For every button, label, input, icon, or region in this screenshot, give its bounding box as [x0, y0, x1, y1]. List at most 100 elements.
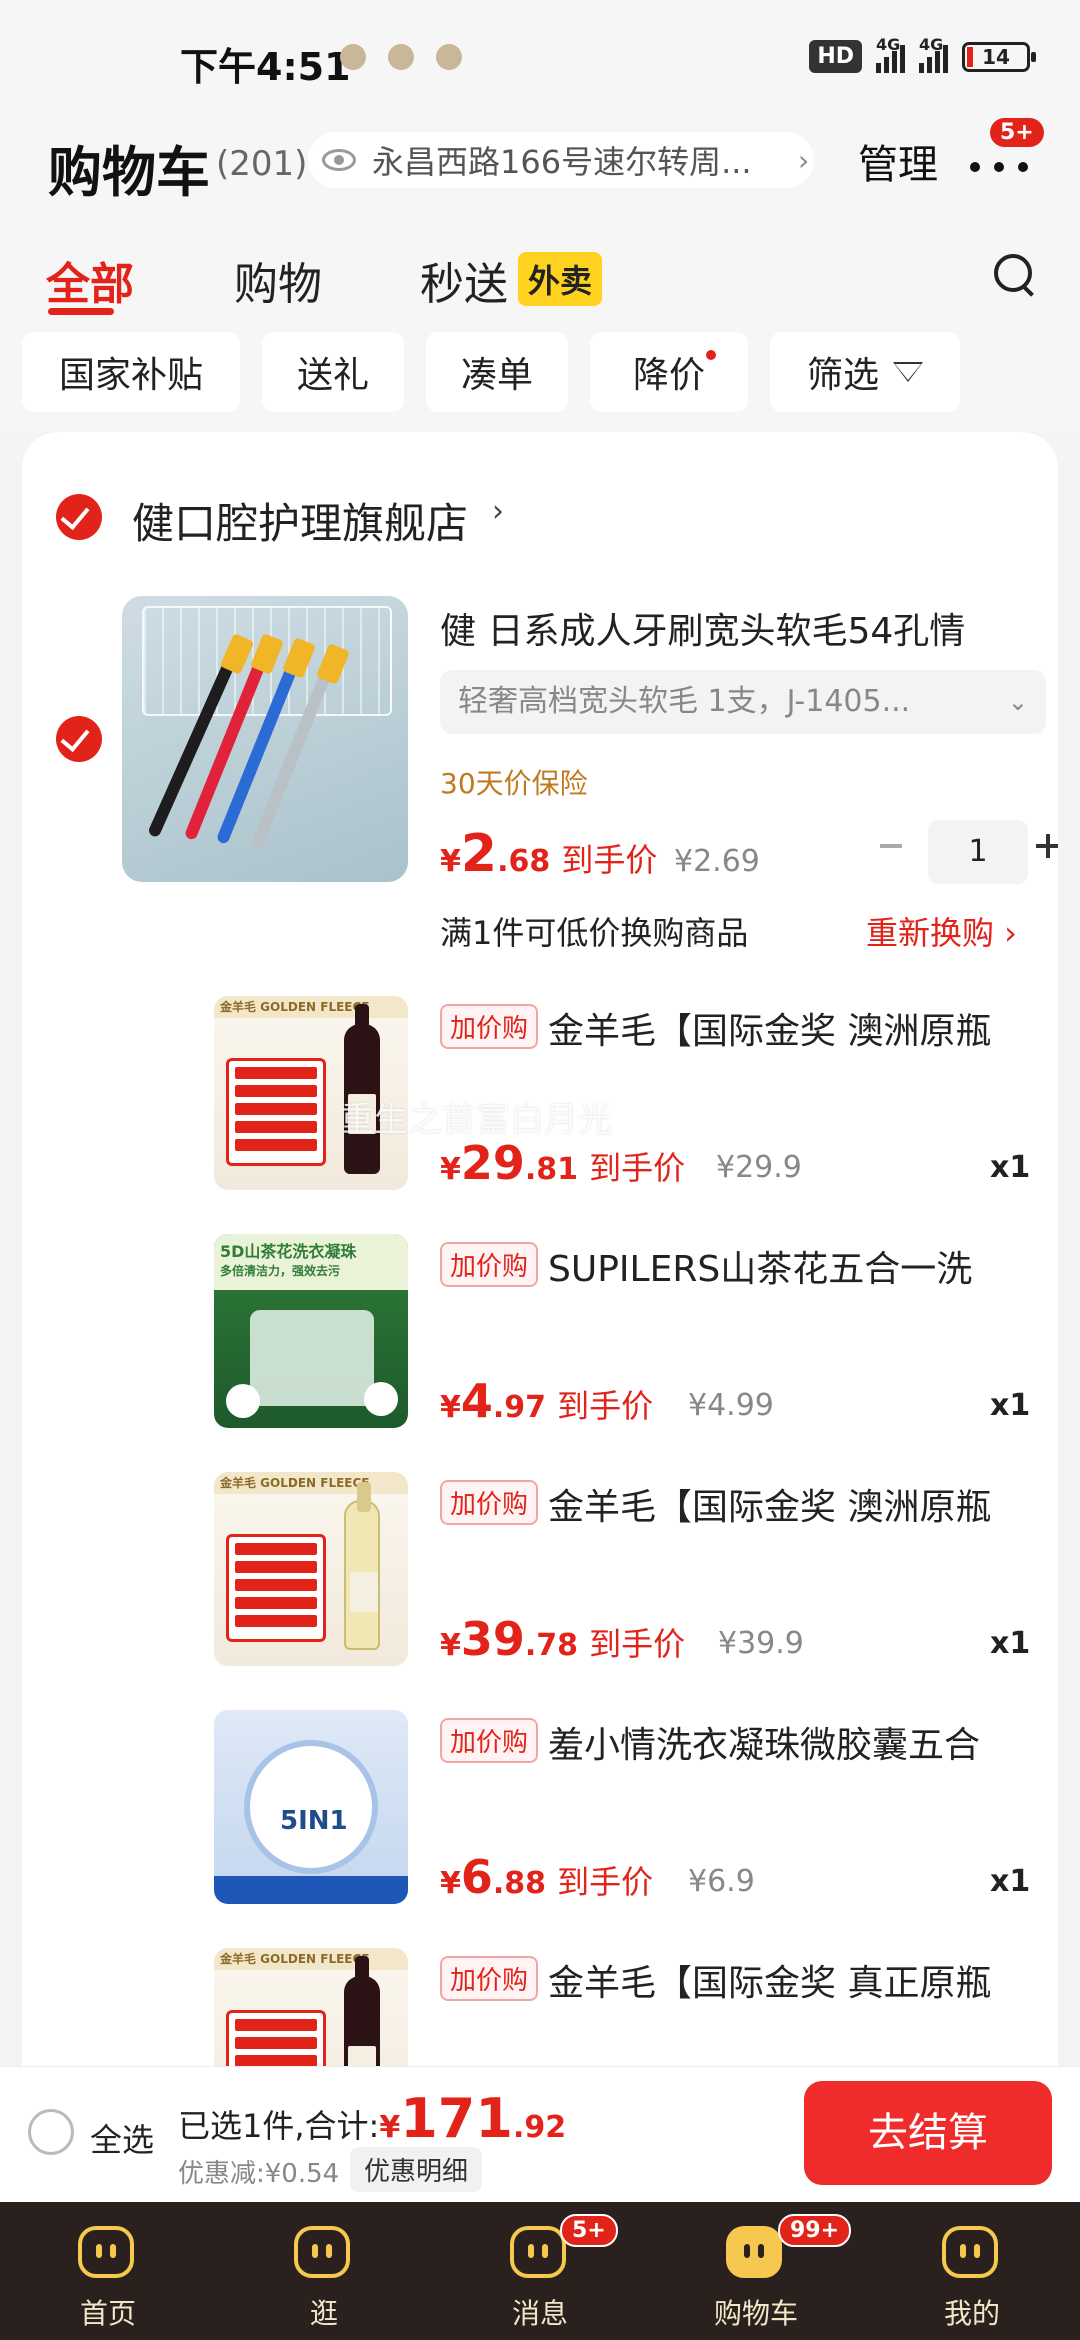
search-icon[interactable] [994, 254, 1036, 296]
tab-all[interactable]: 全部 [46, 248, 134, 312]
signal-icon: 4G [919, 35, 948, 73]
decrease-button[interactable] [880, 844, 902, 848]
addon-quantity: x1 [990, 1388, 1031, 1423]
addon-image[interactable]: 5IN1 [214, 1710, 408, 1904]
original-price: ¥39.9 [718, 1626, 804, 1661]
browse-icon [294, 2226, 350, 2278]
nav-profile[interactable]: 我的 [864, 2202, 1080, 2340]
nav-cart[interactable]: 99+ 购物车 [648, 2202, 864, 2340]
eye-icon [322, 149, 356, 171]
discount-detail-button[interactable]: 优惠明细 [350, 2147, 483, 2192]
addon-price: ¥29.81 到手价 [440, 1136, 685, 1190]
addon-title[interactable]: 羞小情洗衣凝珠微胶囊五合 [548, 1716, 1058, 1768]
currency-symbol: ¥ [379, 2110, 401, 2145]
addon-price: ¥4.97 到手价 [440, 1374, 653, 1428]
price-label: 到手价 [589, 1625, 686, 1663]
manage-button[interactable]: 管理 [858, 132, 938, 190]
notification-app-icon [388, 44, 414, 70]
filter-price-drop[interactable]: 降价 [590, 332, 748, 412]
more-icon[interactable] [970, 150, 1030, 180]
notification-app-icon [436, 44, 462, 70]
cart-badge: 99+ [778, 2214, 852, 2247]
band-line: 多倍清洁力，强效去污 [220, 1264, 341, 1278]
nav-label: 我的 [943, 2297, 1000, 2330]
filter-gift[interactable]: 送礼 [262, 332, 404, 412]
price-decimal: .68 [497, 844, 551, 879]
filter-bundle[interactable]: 凑单 [426, 332, 568, 412]
store-name[interactable]: 健口腔护理旗舰店 [132, 490, 468, 551]
addon-image[interactable]: 5D山茶花洗衣凝珠 多倍清洁力，强效去污 [214, 1234, 408, 1428]
tab-instant-delivery[interactable]: 秒送 [420, 248, 508, 312]
final-price: ¥2.68 到手价 [440, 824, 657, 884]
checkout-button[interactable]: 去结算 [804, 2081, 1052, 2185]
address-selector[interactable]: 永昌西路166号速尔转周... › [308, 132, 814, 188]
network-type: 4G [919, 34, 944, 54]
addon-badge: 加价购 [440, 1480, 539, 1525]
quantity-stepper: 1 [858, 820, 1058, 884]
signal-icon: 4G [876, 35, 905, 73]
price-label: 到手价 [561, 841, 658, 879]
message-badge: 5+ [560, 2214, 618, 2247]
price-integer: 39 [460, 1612, 525, 1666]
watermark: 重生之首富白月光 [340, 1100, 612, 1140]
product-title[interactable]: 健 日系成人牙刷宽头软毛54孔情 [440, 602, 965, 654]
brand-band: 金羊毛 GOLDEN FLEECE [214, 996, 408, 1018]
original-price: ¥4.99 [688, 1388, 774, 1423]
battery-icon: 14 [962, 41, 1036, 72]
home-icon [78, 2226, 134, 2278]
addon-title[interactable]: 金羊毛【国际金奖 澳洲原瓶 [548, 1478, 1058, 1530]
addon-price: ¥39.78 到手价 [440, 1612, 685, 1666]
addon-badge: 加价购 [440, 1956, 539, 2001]
label-panel [226, 1534, 326, 1642]
quantity-input[interactable]: 1 [928, 820, 1028, 884]
price-label: 到手价 [589, 1149, 686, 1187]
brand-band: 金羊毛 GOLDEN FLEECE [214, 1472, 408, 1494]
selected-count-label: 已选1件,合计: [178, 2107, 380, 2145]
nav-browse[interactable]: 逛 [216, 2202, 432, 2340]
addon-title[interactable]: 金羊毛【国际金奖 澳洲原瓶 [548, 1002, 1058, 1054]
select-all-label[interactable]: 全选 [90, 2115, 154, 2161]
filter-national-subsidy[interactable]: 国家补贴 [22, 332, 240, 412]
nav-label: 购物车 [713, 2297, 798, 2330]
tab-shopping[interactable]: 购物 [234, 248, 322, 312]
more-badge: 5+ [990, 118, 1044, 147]
nav-label: 首页 [79, 2297, 136, 2330]
takeout-badge: 外卖 [518, 252, 603, 306]
store-checkbox[interactable] [56, 494, 102, 540]
wine-bottle [344, 1482, 380, 1650]
increase-button[interactable] [1036, 834, 1058, 858]
active-tab-indicator [48, 308, 114, 315]
notification-app-icon [340, 44, 366, 70]
discount-amount: 优惠减:¥0.54 [178, 2159, 340, 2189]
chevron-right-icon: › [798, 143, 810, 177]
page-title: 购物车 [48, 141, 210, 204]
addon-quantity: x1 [990, 1864, 1031, 1899]
wine-bottle [344, 1956, 380, 2072]
label-panel [226, 1058, 326, 1166]
exchange-again-link[interactable]: 重新换购 › [866, 908, 1017, 954]
new-dot [706, 350, 716, 360]
product-image[interactable] [122, 596, 408, 882]
total-decimal: .92 [512, 2110, 567, 2145]
total-integer: 171 [400, 2087, 513, 2150]
address-text: 永昌西路166号速尔转周... [372, 143, 752, 181]
nav-messages[interactable]: 5+ 消息 [432, 2202, 648, 2340]
filter-chips: 国家补贴 送礼 凑单 降价 筛选 [0, 320, 1080, 430]
addon-title[interactable]: 金羊毛【国际金奖 真正原瓶 [548, 1954, 1058, 2006]
nav-home[interactable]: 首页 [0, 2202, 216, 2340]
promo-strip [214, 1876, 408, 1904]
item-checkbox[interactable] [56, 716, 102, 762]
filter-button[interactable]: 筛选 [770, 332, 960, 412]
original-price: ¥2.69 [674, 844, 760, 879]
sku-selector[interactable]: 轻奢高档宽头软毛 1支，J-1405... ⌄ [440, 670, 1046, 734]
store-card: 健口腔护理旗舰店 › 健 日系成人牙刷宽头软毛54孔情 轻奢高档宽头软毛 1支，… [22, 432, 1058, 2072]
select-all-checkbox[interactable] [28, 2109, 74, 2155]
addon-image[interactable]: 金羊毛 GOLDEN FLEECE [214, 1472, 408, 1666]
brand-band: 金羊毛 GOLDEN FLEECE [214, 1948, 408, 1970]
chevron-right-icon: › [492, 494, 504, 529]
addon-title[interactable]: SUPILERS山茶花五合一洗 [548, 1240, 1058, 1292]
currency-symbol: ¥ [440, 1628, 461, 1663]
nav-label: 逛 [309, 2297, 338, 2330]
addon-image[interactable]: 金羊毛 GOLDEN FLEECE [214, 1948, 408, 2072]
product-label: 5IN1 [280, 1806, 348, 1836]
